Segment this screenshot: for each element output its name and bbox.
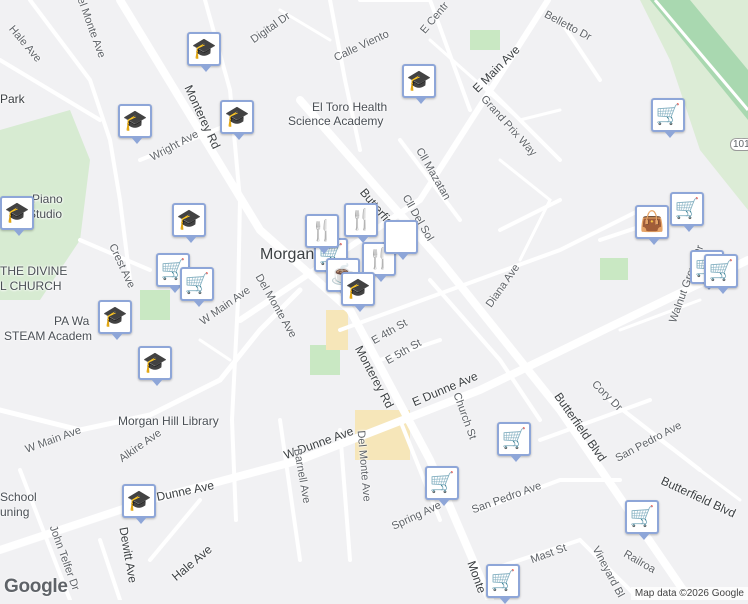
grocery-cart-icon: 🛒 [501, 428, 527, 450]
grocery-marker[interactable]: 🛒 [497, 422, 531, 462]
school-marker[interactable] [384, 220, 418, 260]
school-marker[interactable]: 🎓 [172, 203, 206, 243]
grocery-cart-icon: 🛒 [429, 472, 455, 494]
school-marker[interactable]: 🎓 [402, 64, 436, 104]
poi-label-pa-wa: PA Wa [54, 314, 90, 328]
school-marker[interactable]: 🎓 [122, 484, 156, 524]
school-marker[interactable]: 🎓 [98, 300, 132, 340]
coffee-marker[interactable]: 👜 [635, 205, 669, 245]
school-icon: 🎓 [176, 209, 202, 231]
poi-label-el-toro-2: Science Academy [288, 114, 384, 128]
city-label-morgan-hill: Morgan [260, 246, 315, 263]
poi-label-uning: uning [0, 505, 30, 519]
school-marker[interactable]: 🎓 [220, 100, 254, 140]
poi-label-el-toro-1: El Toro Health [312, 100, 388, 114]
school-icon: 🎓 [4, 202, 30, 224]
school-icon: 🎓 [102, 306, 128, 328]
school-icon: 🎓 [191, 38, 217, 60]
grocery-marker[interactable]: 🛒 [704, 254, 738, 294]
poi-label-divine: THE DIVINE [0, 264, 68, 278]
school-marker[interactable]: 🎓 [187, 32, 221, 72]
grocery-cart-icon: 🛒 [708, 260, 734, 282]
restaurant-marker[interactable]: 🍴 [344, 203, 378, 243]
poi-label-morgan-hill-library: Morgan Hill Library [118, 414, 219, 428]
google-logo: Google [4, 576, 68, 597]
grocery-marker[interactable]: 🛒 [180, 267, 214, 307]
poi-label-church: L CHURCH [0, 279, 62, 293]
restaurant-icon: 🎓 [345, 278, 371, 300]
shopping-marker[interactable]: 🍴 [305, 214, 339, 254]
restaurant-icon: 🍴 [348, 209, 374, 231]
school-icon: 🎓 [126, 490, 152, 512]
poi-label-steam-academy: STEAM Academ [4, 329, 93, 343]
school-icon: 🎓 [224, 106, 250, 128]
grocery-cart-icon: 🛒 [629, 506, 655, 528]
grocery-marker[interactable]: 🛒 [651, 98, 685, 138]
poi-label-school: School [0, 490, 37, 504]
grocery-cart-icon: 🛒 [655, 104, 681, 126]
school-icon: 🎓 [406, 70, 432, 92]
grocery-cart-icon: 🛒 [184, 273, 210, 295]
poi-label-piano: Piano [32, 192, 63, 206]
restaurant-marker[interactable]: 🎓 [341, 272, 375, 312]
highway-shield-101: 101 [730, 138, 748, 151]
school-marker[interactable]: 🎓 [118, 104, 152, 144]
school-marker[interactable]: 🎓 [0, 196, 34, 236]
grocery-cart-icon: 🛒 [490, 570, 516, 592]
coffee-cup-icon: 👜 [639, 211, 665, 233]
grocery-marker[interactable]: 🛒 [425, 466, 459, 506]
school-icon: 🎓 [122, 110, 148, 132]
grocery-marker[interactable]: 🛒 [486, 564, 520, 604]
school-marker[interactable]: 🎓 [138, 346, 172, 386]
grocery-marker[interactable]: 🛒 [625, 500, 659, 540]
grocery-marker[interactable]: 🛒 [670, 192, 704, 232]
school-icon: 🎓 [142, 352, 168, 374]
map-attribution[interactable]: Map data ©2026 Google [630, 587, 748, 600]
shopping-bag-icon: 🍴 [309, 220, 335, 242]
grocery-cart-icon: 🛒 [674, 198, 700, 220]
poi-label-park: Park [0, 92, 25, 106]
